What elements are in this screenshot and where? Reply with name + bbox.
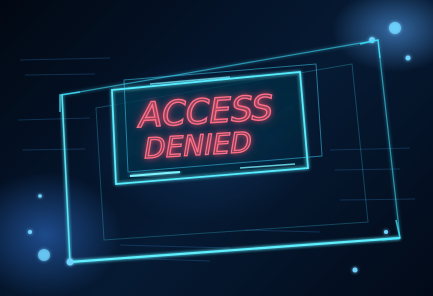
bottom-glow-bar (69, 236, 401, 264)
access-text: ACCESS (138, 87, 275, 137)
left-glow-bar (61, 94, 71, 263)
denied-text: DENIED (143, 125, 253, 166)
access-denied-image: ACCESS DENIED (0, 0, 433, 296)
